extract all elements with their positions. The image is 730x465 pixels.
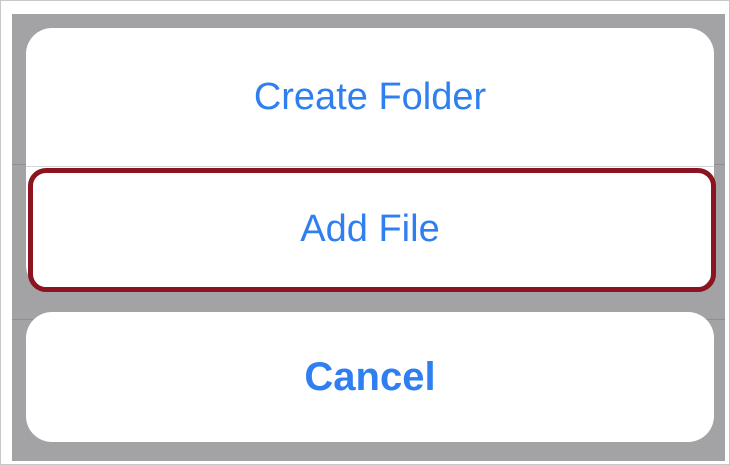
screenshot-frame: Create Folder Add File Cancel (0, 0, 730, 465)
create-folder-label: Create Folder (253, 75, 487, 118)
create-folder-button[interactable]: Create Folder (26, 28, 714, 166)
cancel-button[interactable]: Cancel (26, 312, 714, 442)
cancel-label: Cancel (304, 354, 436, 399)
add-file-button[interactable]: Add File (26, 167, 714, 291)
add-file-label: Add File (300, 207, 440, 250)
action-sheet: Create Folder Add File (26, 28, 714, 291)
